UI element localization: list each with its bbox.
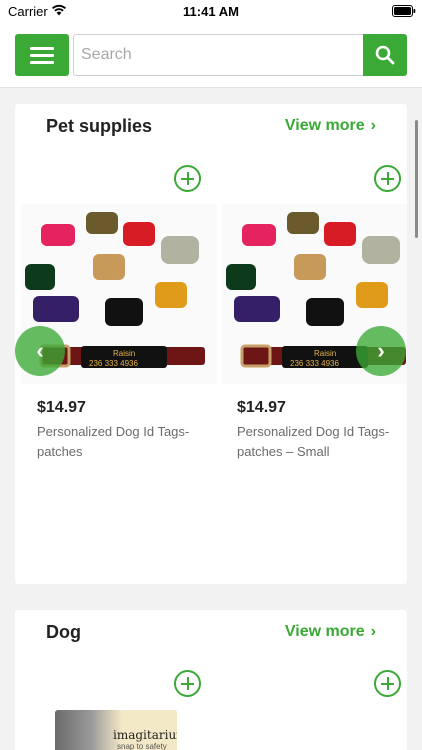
- status-bar: Carrier 11:41 AM: [0, 0, 422, 22]
- tag-pink: [242, 224, 276, 246]
- tag-text-raisin: Raisin: [113, 349, 135, 358]
- chevron-right-icon: ›: [370, 623, 376, 640]
- section-pet-supplies: Pet supplies View more › Raisin 236 333 4…: [15, 104, 407, 584]
- tag-orange: [356, 282, 388, 308]
- clock: 11:41 AM: [183, 4, 239, 19]
- tag-text-raisin: Raisin: [314, 349, 336, 358]
- section-title: Pet supplies: [46, 116, 153, 136]
- product-name[interactable]: Personalized Dog Id Tags-patches – Small: [237, 422, 407, 462]
- chevron-left-icon: ‹: [36, 338, 44, 363]
- add-to-cart-button[interactable]: [374, 165, 401, 192]
- add-to-cart-button[interactable]: [174, 670, 201, 697]
- tag-orange: [155, 282, 187, 308]
- tag-text-phone: 236 333 4936: [290, 359, 339, 368]
- hamburger-menu-icon-line: [30, 61, 54, 64]
- search-icon: [375, 45, 395, 65]
- tag-green: [25, 264, 55, 290]
- tag-silver: [161, 236, 199, 264]
- hamburger-menu-icon-line: [30, 54, 54, 57]
- search-input[interactable]: [73, 34, 364, 76]
- view-more-label: View more: [284, 623, 365, 640]
- brand-tagline: snap to safety: [117, 742, 167, 750]
- view-more-link[interactable]: View more ›: [285, 623, 376, 641]
- tag-silver: [362, 236, 400, 264]
- tag-gold-light: [93, 254, 125, 280]
- tag-red: [123, 222, 155, 246]
- view-more-link[interactable]: View more ›: [285, 117, 376, 135]
- battery-icon: [392, 5, 416, 17]
- add-to-cart-button[interactable]: [174, 165, 201, 192]
- section-title: Dog: [46, 622, 81, 642]
- tag-green: [226, 264, 256, 290]
- chevron-right-icon: ›: [370, 117, 376, 134]
- tag-gold-light: [294, 254, 326, 280]
- scroll-indicator[interactable]: [415, 120, 418, 238]
- view-more-label: View more: [284, 117, 365, 134]
- product-price: $14.97: [237, 399, 286, 416]
- carousel-next-button[interactable]: ›: [356, 326, 406, 376]
- product-image[interactable]: imagitarium. snap to safety: [55, 710, 177, 750]
- carousel-prev-button[interactable]: ‹: [15, 326, 65, 376]
- chevron-right-icon: ›: [377, 338, 385, 363]
- tag-bronze: [287, 212, 319, 234]
- menu-button[interactable]: [15, 34, 69, 76]
- tag-purple: [234, 296, 280, 322]
- tag-bronze: [86, 212, 118, 234]
- tag-black: [105, 298, 143, 326]
- tag-pink: [41, 224, 75, 246]
- app-header: [0, 22, 422, 88]
- tag-red: [324, 222, 356, 246]
- add-to-cart-button[interactable]: [374, 670, 401, 697]
- product-name[interactable]: Personalized Dog Id Tags-patches: [37, 422, 207, 462]
- hamburger-menu-icon: [30, 47, 54, 50]
- brand-logo: imagitarium.: [113, 728, 177, 742]
- tag-black: [306, 298, 344, 326]
- product-price: $14.97: [37, 399, 86, 416]
- tag-text-phone: 236 333 4936: [89, 359, 138, 368]
- tag-purple: [33, 296, 79, 322]
- section-dog: Dog View more › imagitarium. snap to safe…: [15, 610, 407, 750]
- search-button[interactable]: [363, 34, 407, 76]
